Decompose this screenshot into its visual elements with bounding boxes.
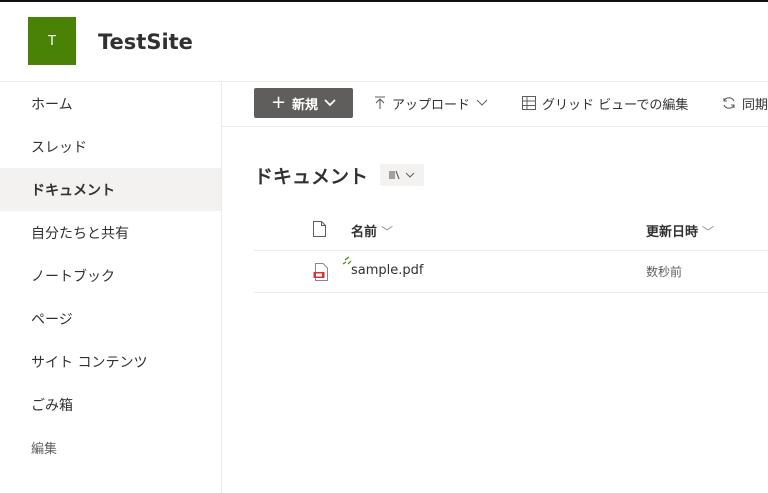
view-switcher-button[interactable]: [380, 164, 424, 186]
table-row[interactable]: sample.pdf 数秒前: [254, 251, 768, 293]
plus-icon: +: [270, 92, 287, 113]
site-logo[interactable]: T: [28, 17, 76, 65]
column-header-name-label: 名前: [351, 225, 378, 240]
nav-item-pages[interactable]: ページ: [0, 297, 221, 340]
library-title: ドキュメント: [254, 166, 369, 188]
nav-item-threads[interactable]: スレッド: [0, 125, 221, 168]
nav-item-documents[interactable]: ドキュメント: [0, 168, 221, 211]
grid-edit-button[interactable]: グリッド ビューでの編集: [522, 88, 688, 118]
column-header-name[interactable]: 名前 ﹀: [351, 221, 393, 240]
nav-item-label: ドキュメント: [31, 182, 115, 199]
new-button[interactable]: + 新規: [254, 88, 353, 118]
nav-item-label: 自分たちと共有: [31, 225, 129, 242]
upload-icon: [375, 96, 385, 109]
file-name-link[interactable]: sample.pdf: [351, 263, 423, 278]
nav-item-label: サイト コンテンツ: [31, 354, 148, 371]
modified-date: 数秒前: [646, 265, 683, 279]
nav-item-label: スレッド: [31, 139, 87, 156]
grid-edit-label: グリッド ビューでの編集: [542, 97, 689, 113]
sync-button-label: 同期: [742, 97, 768, 113]
nav-item-shared-with-us[interactable]: 自分たちと共有: [0, 211, 221, 254]
command-bar: + 新規 アップロード グリッド ビューでの編集 同期: [222, 82, 768, 127]
new-button-label: 新規: [292, 97, 319, 113]
chevron-down-icon: ﹀: [381, 225, 394, 239]
nav-item-home[interactable]: ホーム: [0, 82, 221, 125]
nav-item-label: 編集: [31, 442, 58, 457]
upload-button-label: アップロード: [392, 97, 471, 113]
site-title[interactable]: TestSite: [98, 30, 193, 54]
nav-item-notebook[interactable]: ノートブック: [0, 254, 221, 297]
pdf-file-icon: [313, 263, 328, 281]
nav-item-label: ごみ箱: [31, 397, 73, 414]
column-header-modified-label: 更新日時: [646, 225, 699, 240]
nav-item-recycle-bin[interactable]: ごみ箱: [0, 383, 221, 426]
upload-button[interactable]: アップロード: [374, 88, 494, 118]
sync-icon: [723, 97, 735, 109]
grid-icon: [522, 96, 536, 110]
column-header-modified[interactable]: 更新日時 ﹀: [646, 221, 714, 240]
list-header-row: 名前 ﹀ 更新日時 ﹀: [254, 210, 768, 251]
nav-item-label: ホーム: [31, 96, 73, 113]
chevron-down-icon: [476, 99, 488, 106]
chevron-down-icon: [405, 172, 415, 178]
nav-item-site-contents[interactable]: サイト コンテンツ: [0, 340, 221, 383]
sync-button[interactable]: 同期: [722, 88, 768, 118]
nav-item-label: ページ: [31, 311, 73, 328]
chevron-down-icon: ﹀: [702, 225, 715, 239]
site-header: T TestSite: [0, 2, 768, 82]
nav-item-label: ノートブック: [31, 268, 115, 285]
nav-edit-link[interactable]: 編集: [0, 426, 221, 469]
library-view-icon: [389, 170, 400, 180]
file-type-icon[interactable]: [313, 221, 326, 237]
chevron-down-icon: [324, 99, 336, 107]
left-navigation: ホーム スレッド ドキュメント 自分たちと共有 ノートブック ページ サイト コ…: [0, 82, 222, 493]
